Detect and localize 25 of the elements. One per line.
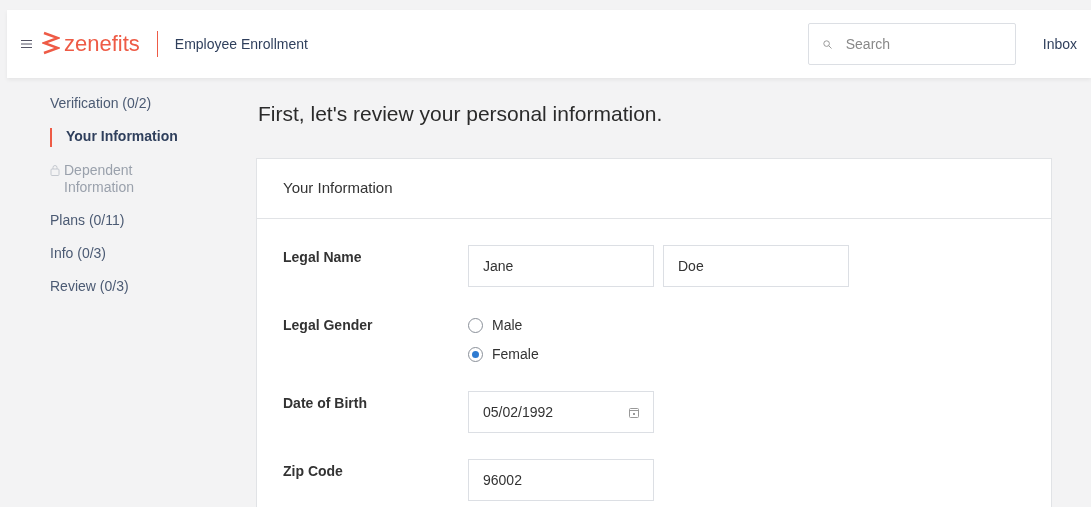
- search-field[interactable]: Search: [807, 23, 1016, 65]
- field-label: Zip Code: [283, 462, 344, 481]
- text-field[interactable]: 96002: [468, 459, 654, 501]
- date-field[interactable]: 05/02/1992: [468, 391, 654, 433]
- sidebar-item[interactable]: Review (0/3): [50, 278, 129, 295]
- inbox-link[interactable]: Inbox: [1042, 33, 1077, 55]
- radio-option[interactable]: Male: [468, 315, 539, 336]
- calendar-icon: [629, 406, 639, 418]
- text-field[interactable]: Jane: [468, 245, 654, 287]
- page-title: Employee Enrollment: [174, 34, 308, 54]
- lock-icon: [50, 164, 60, 176]
- sidebar-item[interactable]: Verification (0/2): [50, 95, 152, 112]
- field-label: Legal Gender: [283, 316, 374, 335]
- field-label: Date of Birth: [283, 394, 368, 413]
- page-heading: First, let's review your personal information.: [258, 101, 664, 127]
- sidebar-item[interactable]: Plans (0/11): [50, 212, 125, 229]
- radio-option[interactable]: Female: [468, 344, 539, 365]
- text-field[interactable]: Doe: [663, 245, 849, 287]
- menu-icon[interactable]: [21, 40, 32, 48]
- field-label: Legal Name: [283, 248, 363, 267]
- sidebar-item[interactable]: Info (0/3): [50, 245, 107, 262]
- card-title: Your Information: [257, 159, 1051, 219]
- sidebar-item[interactable]: Your Information: [66, 128, 206, 145]
- search-icon: [822, 40, 832, 49]
- zigzag-logo-icon: [42, 31, 60, 57]
